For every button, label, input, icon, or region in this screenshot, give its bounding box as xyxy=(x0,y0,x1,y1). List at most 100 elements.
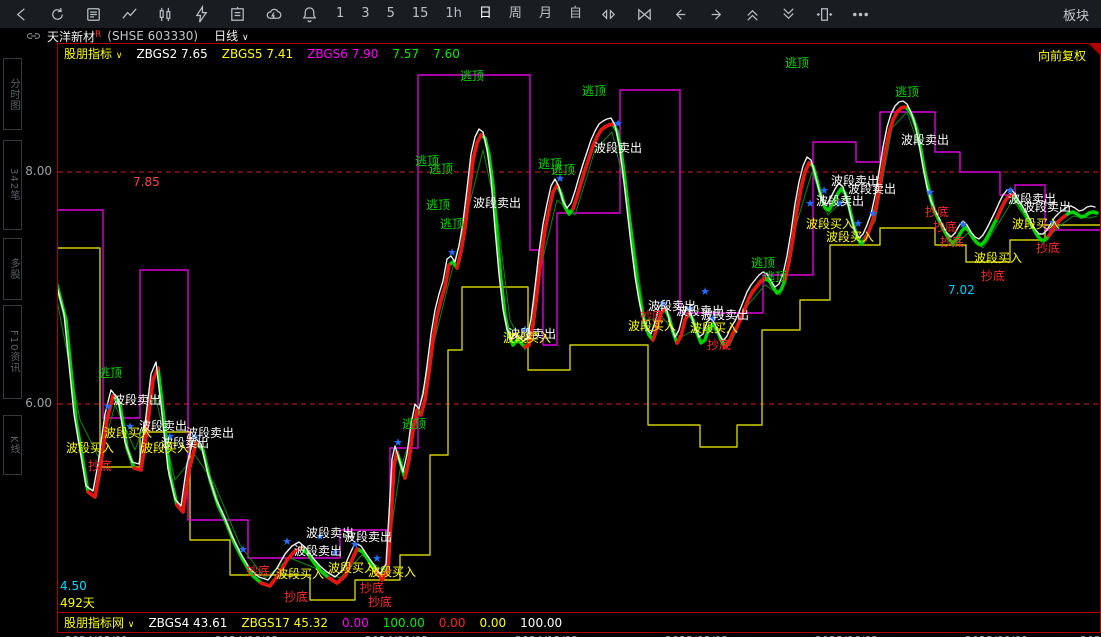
signal-label: 逃顶 xyxy=(426,198,450,212)
y-axis-label: 6.00 xyxy=(25,396,52,410)
indicator-value: ZBGS2 7.65 xyxy=(136,46,208,61)
period-selector: 1 3 5 15 1h 日周月自 xyxy=(336,0,582,28)
signal-star-icon: ★ xyxy=(447,246,457,259)
candlestick-icon[interactable] xyxy=(156,5,175,24)
signal-label: 波段卖出 xyxy=(473,195,521,210)
sidebar-tab-3[interactable]: 多股 xyxy=(3,238,22,300)
period-15[interactable]: 15 xyxy=(412,0,429,28)
toolbar-left-icons xyxy=(12,4,319,24)
signal-label: 波段买入 xyxy=(104,425,152,440)
sub-indicator-dropdown[interactable]: 股朋指标网 ∨ xyxy=(64,614,134,631)
ref-price-label: 4.50 xyxy=(60,579,87,593)
signal-label: 逃顶 xyxy=(582,84,606,98)
ref-price-label: 492天 xyxy=(60,596,95,610)
period-月[interactable]: 月 xyxy=(539,0,552,28)
signal-label: 逃顶 xyxy=(429,162,453,176)
sidebar-tab-1[interactable]: 分时图 xyxy=(3,58,22,130)
signal-label: 抄底 xyxy=(940,234,964,249)
signal-label: 逃顶 xyxy=(402,417,426,431)
collapse-down-icon[interactable] xyxy=(779,5,798,24)
chevron-down-icon: ∨ xyxy=(115,51,123,61)
indicator-value: 0.00 xyxy=(438,615,466,630)
signal-label: 逃顶 xyxy=(551,163,575,177)
period-自[interactable]: 自 xyxy=(569,0,582,28)
signal-label: 波段买入 xyxy=(806,216,854,231)
sidebar-tab-4[interactable]: F10资讯 xyxy=(3,305,22,399)
period-3[interactable]: 3 xyxy=(361,0,369,28)
period-5[interactable]: 5 xyxy=(387,0,395,28)
signal-label: 波段卖出 xyxy=(344,529,392,544)
order-panel-icon[interactable] xyxy=(228,5,247,24)
split-view-icon[interactable] xyxy=(599,5,618,24)
signal-label: 波段卖出 xyxy=(594,140,642,155)
signal-label: 波段卖出 xyxy=(901,132,949,147)
news-icon[interactable] xyxy=(84,5,103,24)
indicator-value: ZBGS4 43.61 xyxy=(148,615,228,630)
signal-label: 波段买入 xyxy=(690,320,738,335)
period-日[interactable]: 日 xyxy=(479,0,492,28)
pan-right-icon[interactable] xyxy=(707,5,726,24)
main-chart[interactable]: ★ ★ ★ ★ ★ ★ ★ ★ ★ ★ ★ ★ ★ ★ ★ ★ ★ ★ ★ ★ ★ ★ ★ ★ ★ ★ ★ ★ 逃顶 逃顶 逃顶 逃顶 逃顶 逃顶… xyxy=(57,43,1101,612)
symbol-bar: 天洋新材R (SHSE 603330) 日线 ∨ xyxy=(0,27,1101,44)
alert-bell-icon[interactable] xyxy=(300,5,319,24)
indicator-header: 股朋指标 ∨ ZBGS2 7.65 ZBGS5 7.41 ZBGS6 7.90 7.5… xyxy=(64,45,460,62)
sidebar-tab-5[interactable]: K线 xyxy=(3,415,22,475)
signal-label: 波段买入 xyxy=(276,566,324,581)
indicator-value: 100.00 xyxy=(520,615,563,630)
more-icon[interactable] xyxy=(851,5,870,24)
signal-label: 逃顶 xyxy=(763,270,787,284)
period-周[interactable]: 周 xyxy=(509,0,522,28)
signal-label: 逃顶 xyxy=(98,366,122,380)
signal-label: 抄底 xyxy=(640,308,664,323)
signal-label: 抄底 xyxy=(284,589,308,604)
symbol-code: (SHSE 603330) xyxy=(107,28,199,43)
collapse-up-icon[interactable] xyxy=(743,5,762,24)
signal-label: 逃顶 xyxy=(895,85,919,99)
corner-fold-icon xyxy=(1089,44,1100,55)
trend-line-icon[interactable] xyxy=(120,5,139,24)
indicator-value: 0.00 xyxy=(479,615,507,630)
compress-icon[interactable] xyxy=(635,5,654,24)
signal-label: 抄底 xyxy=(246,563,270,578)
app-root: { "toolbar": { "left_icons": ["back-icon… xyxy=(0,0,1101,637)
signal-label: 波段买入 xyxy=(1012,216,1060,231)
signal-label: 抄底 xyxy=(707,337,731,352)
period-1[interactable]: 1 xyxy=(336,0,344,28)
indicator-value: 7.60 xyxy=(433,46,460,61)
signal-label: 波段买入 xyxy=(974,250,1022,265)
rights-flag: R xyxy=(95,30,102,40)
signal-label: 波段买入 xyxy=(66,440,114,455)
signal-label: 波段卖出 xyxy=(848,181,896,196)
refresh-icon[interactable] xyxy=(48,5,67,24)
insert-column-icon[interactable] xyxy=(815,5,834,24)
indicator-value: ZBGS17 45.32 xyxy=(241,615,329,630)
chart-canvas[interactable]: ★★ ★★★★★★★★★★ ★★★★★★★★★★★★★★★★逃顶逃顶逃顶逃顶逃顶逃顶… xyxy=(58,44,1100,612)
signal-star-icon: ★ xyxy=(925,186,935,199)
band-lower-yellow xyxy=(58,224,1100,601)
indicator-name-dropdown[interactable]: 股朋指标 ∨ xyxy=(64,45,122,62)
signal-label: 波段买入 xyxy=(368,564,416,579)
indicator-value: 0.00 xyxy=(342,615,369,630)
link-icon[interactable] xyxy=(26,30,41,42)
chevron-down-icon: ∨ xyxy=(127,620,135,630)
left-sidebar: 分时图 342笔多股 F10资讯 K线 xyxy=(0,43,57,637)
ref-price-label: 7.02 xyxy=(948,283,975,297)
cloud-sync-icon[interactable] xyxy=(264,5,283,24)
period-dropdown[interactable]: 日线 ∨ xyxy=(214,27,248,44)
board-tab[interactable]: 板块 xyxy=(1063,5,1089,24)
lightning-tick-icon[interactable] xyxy=(192,4,211,24)
signal-label: 抄底 xyxy=(368,594,392,609)
signal-label: 波段卖出 xyxy=(113,392,161,407)
toolbar-right-icons xyxy=(599,5,870,24)
signal-star-icon: ★ xyxy=(613,117,623,130)
adjust-mode-label[interactable]: 向前复权 xyxy=(1038,47,1086,64)
back-icon[interactable] xyxy=(12,5,31,24)
period-1h[interactable]: 1h xyxy=(445,0,462,28)
signal-label: 波段买入 xyxy=(141,440,189,455)
signal-label: 抄底 xyxy=(1036,240,1060,255)
signal-label: 波段买入 xyxy=(826,229,874,244)
sidebar-tab-2[interactable]: 342笔 xyxy=(3,140,22,230)
signal-label: 逃顶 xyxy=(751,256,775,270)
pan-left-icon[interactable] xyxy=(671,5,690,24)
signal-label: 逃顶 xyxy=(440,217,464,231)
